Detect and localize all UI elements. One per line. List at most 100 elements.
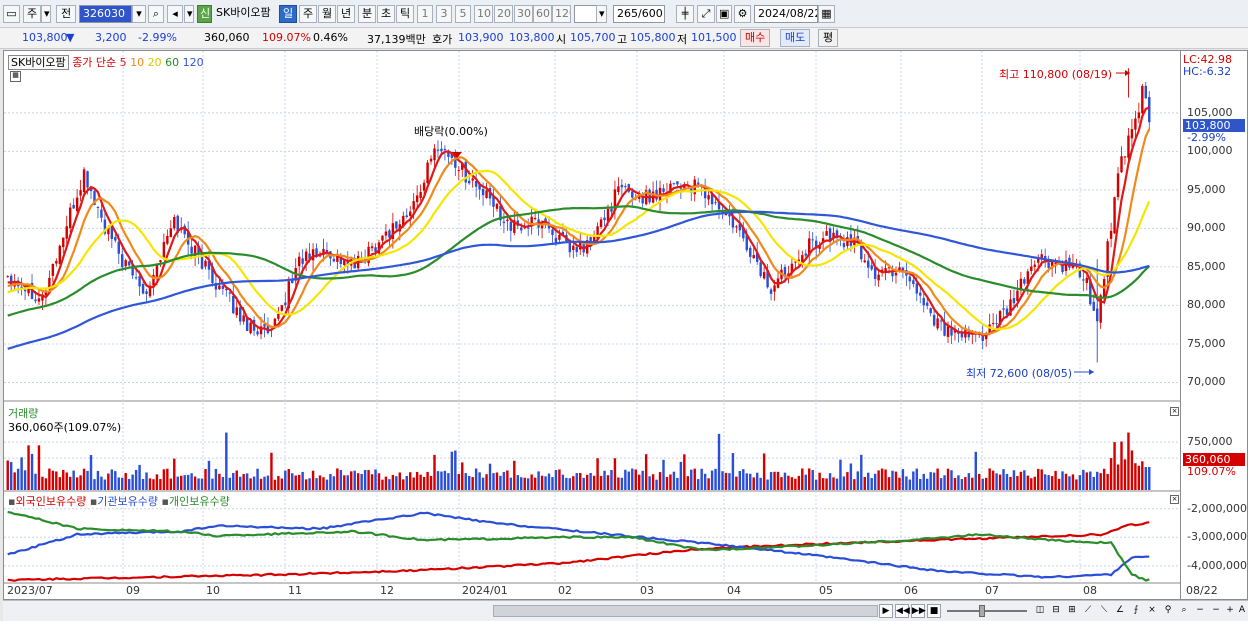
- candle-body: [124, 260, 127, 267]
- chart-svg[interactable]: [4, 51, 1181, 600]
- interval-20[interactable]: 20: [494, 5, 513, 23]
- period-month[interactable]: 월: [318, 5, 336, 23]
- y-tick-label: 95,000: [1187, 182, 1226, 196]
- text-tool-icon[interactable]: A: [1235, 604, 1248, 618]
- period-week[interactable]: 주: [299, 5, 317, 23]
- volume-bar: [998, 474, 1002, 490]
- interval-dropdown-icon[interactable]: ▾: [596, 5, 607, 23]
- period-minute[interactable]: 분: [358, 5, 376, 23]
- gear-icon[interactable]: ⚙: [734, 5, 751, 23]
- volume-bar: [1037, 468, 1040, 490]
- code-dropdown-icon[interactable]: ▾: [132, 5, 146, 23]
- bar-count-input[interactable]: 265/600: [613, 5, 665, 23]
- zoom-out-icon[interactable]: −: [1193, 604, 1207, 618]
- volume-bar: [41, 476, 44, 490]
- scroll-right-icon[interactable]: ▶: [879, 604, 893, 618]
- volume-bar: [1089, 471, 1092, 490]
- chart-scrollbar[interactable]: ▶ ◀◀ ▶▶ ■ ◫ ⊟ ⊞ ⟋ ⟍ ∠ ⨍ ⨯ ⚲ ⌕ − − + A: [3, 600, 1248, 621]
- interval-3[interactable]: 3: [436, 5, 452, 23]
- scroll-thumb[interactable]: [493, 605, 878, 617]
- volume-bar: [1109, 458, 1113, 490]
- candle-body: [249, 322, 252, 334]
- volume-bar: [617, 477, 620, 490]
- candle-body: [68, 207, 72, 229]
- period-tick[interactable]: 틱: [396, 5, 414, 23]
- interval-30[interactable]: 30: [514, 5, 533, 23]
- candle-body: [1085, 278, 1089, 284]
- magnifier-icon[interactable]: ⚲: [1161, 604, 1175, 618]
- grid-toggle-icon[interactable]: ▦: [10, 71, 21, 82]
- volume-bar: [190, 473, 193, 490]
- volume-bar: [537, 471, 540, 490]
- volume-bar: [93, 479, 96, 490]
- interval-10[interactable]: 10: [474, 5, 493, 23]
- volume-bar: [971, 477, 974, 490]
- cross-icon[interactable]: ⨯: [1145, 604, 1159, 618]
- sound-icon[interactable]: ◂: [167, 5, 183, 23]
- fib-icon[interactable]: ⨍: [1129, 604, 1143, 618]
- candle-body: [676, 181, 679, 185]
- stock-code-input[interactable]: 326030: [79, 5, 132, 23]
- sound-dropdown-icon[interactable]: ▾: [184, 5, 194, 23]
- volume-bar: [9, 462, 13, 490]
- period-day[interactable]: 일: [279, 5, 297, 23]
- chart-type-icon[interactable]: ╪: [676, 5, 694, 23]
- angle-icon[interactable]: ∠: [1113, 604, 1127, 618]
- stock-tag[interactable]: SK바이오팜: [8, 55, 69, 70]
- candle-body: [1016, 290, 1019, 302]
- calendar-icon[interactable]: ▦: [818, 5, 835, 23]
- interval-5[interactable]: 5: [455, 5, 471, 23]
- mode-select[interactable]: 주: [23, 5, 41, 23]
- volume-bar: [762, 453, 766, 490]
- y-tick-label: 100,000: [1187, 144, 1233, 158]
- zoom-slider-handle[interactable]: [979, 605, 985, 617]
- volume-close-icon[interactable]: ×: [1170, 407, 1179, 416]
- interval-60[interactable]: 60: [533, 5, 552, 23]
- buy-button[interactable]: 매수: [740, 29, 771, 47]
- eval-button[interactable]: 평: [818, 29, 839, 47]
- zoom-slider[interactable]: [947, 610, 1027, 612]
- line-icon[interactable]: ⟍: [1097, 604, 1111, 618]
- date-input[interactable]: 2024/08/22: [754, 5, 818, 23]
- search-icon[interactable]: ⌕: [148, 5, 164, 23]
- magnifier-icon[interactable]: ⌕: [1177, 604, 1191, 618]
- volume-bar: [925, 478, 929, 490]
- interval-120[interactable]: 120: [552, 5, 571, 23]
- minus-icon[interactable]: −: [1209, 604, 1223, 618]
- stock-name: SK바이오팜: [216, 6, 271, 19]
- volume-bar: [606, 475, 610, 490]
- scroll-first-icon[interactable]: ◀◀: [895, 604, 910, 618]
- stop-icon[interactable]: ■: [927, 604, 941, 618]
- table-icon[interactable]: ⊞: [1065, 604, 1079, 618]
- holding-close-icon[interactable]: ×: [1170, 495, 1179, 504]
- candle-body: [256, 331, 259, 335]
- period-second[interactable]: 초: [377, 5, 395, 23]
- sell-button[interactable]: 매도: [780, 29, 811, 47]
- scroll-last-icon[interactable]: ▶▶: [911, 604, 926, 618]
- volume-bar: [82, 468, 86, 490]
- candle-body: [481, 188, 485, 196]
- period-year[interactable]: 년: [337, 5, 355, 23]
- mode-dropdown-icon[interactable]: ▾: [41, 5, 51, 23]
- quote-bar: 103,800 ▼ 3,200 -2.99% 360,060 109.07% 0…: [0, 28, 1248, 49]
- split-icon[interactable]: ⊟: [1049, 604, 1063, 618]
- candle-body: [1148, 97, 1151, 123]
- layout-icon[interactable]: ◫: [1033, 604, 1047, 618]
- volume-bar: [159, 479, 162, 490]
- volume-bar: [322, 477, 325, 490]
- candle-body: [235, 307, 238, 316]
- interval-1[interactable]: 1: [417, 5, 433, 23]
- window-menu-icon[interactable]: ▭: [3, 5, 20, 23]
- chart-area[interactable]: SK바이오팜 종가 단순 5 10 20 60 120 ▦ 배당락(0.00%)…: [3, 50, 1181, 600]
- volume-bar: [183, 475, 186, 490]
- volume-bar: [946, 468, 950, 490]
- save-icon[interactable]: ▣: [716, 5, 732, 23]
- volume-bar: [634, 469, 637, 490]
- draw-icon[interactable]: ⟋: [1081, 604, 1095, 618]
- volume-bar: [152, 479, 155, 490]
- tool-icon[interactable]: ⤢: [697, 5, 715, 23]
- volume-bar: [30, 453, 34, 490]
- volume-bar: [988, 468, 991, 490]
- market-select[interactable]: 전: [56, 5, 76, 23]
- volume-bar: [110, 469, 114, 490]
